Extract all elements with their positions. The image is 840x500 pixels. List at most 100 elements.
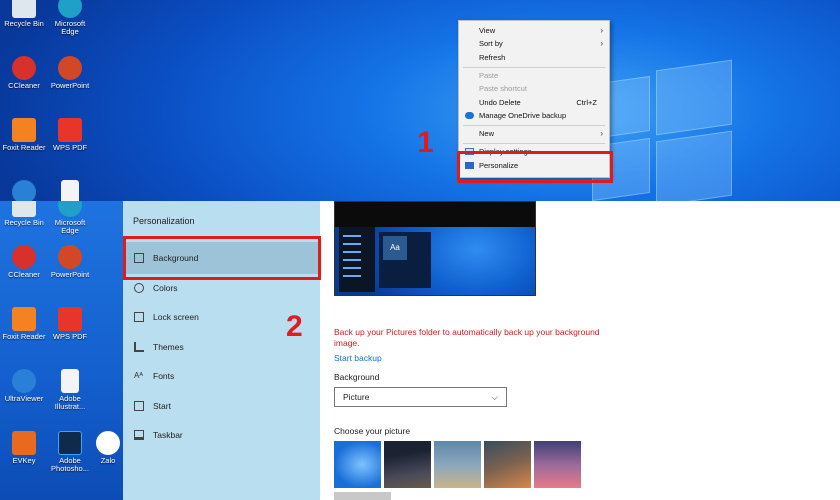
desktop-icon-adobe-illustrator[interactable]: Adobe Illustrat...: [46, 369, 94, 411]
palette-icon: [134, 283, 144, 293]
desktop-icon-foxit[interactable]: Foxit Reader: [0, 118, 48, 152]
start-icon: [134, 401, 144, 411]
menu-item-label: Refresh: [479, 53, 506, 62]
desktop-icon-label: Foxit Reader: [2, 143, 46, 152]
desktop-icon-label: WPS PDF: [52, 143, 88, 152]
sidebar-title: Personalization: [133, 216, 195, 226]
step-number-1: 1: [417, 126, 434, 159]
preview-tiles: Aa: [379, 232, 431, 288]
menu-item-undo-delete[interactable]: Undo Delete Ctrl+Z: [459, 96, 609, 109]
menu-item-shortcut: Ctrl+Z: [576, 98, 597, 107]
desktop-icon-edge[interactable]: Microsoft Edge: [46, 0, 94, 36]
desktop-icon-recycle-bin[interactable]: Recycle Bin: [0, 201, 48, 227]
menu-item-manage-onedrive-backup[interactable]: Manage OneDrive backup: [459, 109, 609, 122]
desktop-icon-ultraviewer[interactable]: [0, 180, 48, 201]
recycle-bin-icon: [12, 0, 36, 18]
personalization-screenshot: Recycle Bin Microsoft Edge CCleaner Powe…: [0, 201, 840, 500]
start-backup-link[interactable]: Start backup: [334, 353, 382, 363]
menu-item-paste[interactable]: Paste: [459, 69, 609, 82]
desktop-icon-foxit[interactable]: Foxit Reader: [0, 307, 48, 341]
powerpoint-icon: [58, 56, 82, 80]
menu-separator: [463, 143, 605, 144]
adobe-file-icon: [61, 180, 79, 201]
picture-thumbnail-windows[interactable]: [334, 441, 381, 488]
desktop-icon-label: Recycle Bin: [4, 19, 44, 28]
wps-pdf-icon: [58, 307, 82, 331]
desktop-icon-label: CCleaner: [8, 270, 40, 279]
edge-icon: [58, 201, 82, 217]
background-type-select[interactable]: Picture ⌵: [334, 387, 507, 407]
foxit-icon: [12, 307, 36, 331]
picture-thumbnail-night-sky[interactable]: [384, 441, 431, 488]
desktop-icon-label: PowerPoint: [50, 81, 90, 90]
menu-separator: [463, 125, 605, 126]
desktop-icon-ultraviewer[interactable]: UltraViewer: [0, 369, 48, 403]
sidebar-item-label: Taskbar: [153, 430, 183, 440]
recycle-bin-icon: [12, 201, 36, 217]
menu-item-label: Sort by: [479, 39, 503, 48]
ultraviewer-icon: [12, 369, 36, 393]
desktop-icon-wps-pdf[interactable]: WPS PDF: [46, 307, 94, 341]
picture-thumbnail-sunset-beach[interactable]: [534, 441, 581, 488]
evkey-icon: [12, 431, 36, 455]
sidebar-item-label: Lock screen: [153, 312, 199, 322]
menu-separator: [463, 67, 605, 68]
menu-item-new[interactable]: New ›: [459, 127, 609, 140]
adobe-file-icon: [61, 369, 79, 393]
photoshop-icon: [58, 431, 82, 455]
menu-item-refresh[interactable]: Refresh: [459, 51, 609, 64]
sidebar-item-label: Themes: [153, 342, 184, 352]
onedrive-icon: [465, 112, 474, 119]
desktop-icon-label: UltraViewer: [4, 394, 44, 403]
edge-icon: [58, 0, 82, 18]
menu-item-view[interactable]: View ›: [459, 24, 609, 37]
desktop-icon-ccleaner[interactable]: CCleaner: [0, 56, 48, 90]
desktop-icon-ccleaner[interactable]: CCleaner: [0, 245, 48, 279]
backup-warning: Back up your Pictures folder to automati…: [334, 327, 600, 348]
sidebar-item-label: Colors: [153, 283, 178, 293]
desktop-icon-label: EVKey: [12, 456, 36, 465]
desktop-icon-adobe-file[interactable]: [46, 180, 94, 201]
desktop-icon-label: Microsoft Edge: [54, 218, 86, 235]
desktop-icon-photoshop[interactable]: Adobe Photosho...: [46, 431, 94, 473]
preview-sample-text: Aa: [383, 236, 407, 260]
menu-item-label: Paste shortcut: [479, 84, 527, 93]
preview-start-menu: [339, 227, 375, 292]
chevron-right-icon: ›: [600, 39, 603, 48]
sidebar-item-taskbar[interactable]: Taskbar: [123, 419, 320, 451]
highlight-background: [123, 236, 321, 280]
scroll-hint-bar: [334, 492, 391, 500]
sidebar-item-fonts[interactable]: Aᴬ Fonts: [123, 360, 320, 392]
foxit-icon: [12, 118, 36, 142]
ccleaner-icon: [12, 245, 36, 269]
wps-pdf-icon: [58, 118, 82, 142]
desktop-icon-label: Adobe Photosho...: [51, 456, 89, 473]
menu-item-label: Undo Delete: [479, 98, 521, 107]
chevron-right-icon: ›: [600, 129, 603, 138]
desktop-icon-zalo[interactable]: Zalo: [92, 431, 124, 465]
desktop-icon-evkey[interactable]: EVKey: [0, 431, 48, 465]
desktop-icon-recycle-bin[interactable]: Recycle Bin: [0, 0, 48, 28]
desktop-icon-label: Foxit Reader: [2, 332, 46, 341]
taskbar-icon: [134, 430, 144, 440]
desktop-icon-powerpoint[interactable]: PowerPoint: [46, 56, 94, 90]
picture-thumbnail-waterfall-coast[interactable]: [484, 441, 531, 488]
theme-preview: Aa: [334, 201, 536, 296]
desktop-icon-wps-pdf[interactable]: WPS PDF: [46, 118, 94, 152]
menu-item-sort-by[interactable]: Sort by ›: [459, 37, 609, 50]
windows-logo-wallpaper: [592, 50, 732, 201]
menu-item-paste-shortcut[interactable]: Paste shortcut: [459, 82, 609, 95]
chevron-down-icon: ⌵: [491, 392, 498, 402]
desktop-icon-edge[interactable]: Microsoft Edge: [46, 201, 94, 235]
zalo-icon: [96, 431, 120, 455]
preview-top-strip: [335, 202, 535, 227]
picture-thumbnail-beach-rocks[interactable]: [434, 441, 481, 488]
desktop-bottom-strip: Recycle Bin Microsoft Edge CCleaner Powe…: [0, 201, 123, 500]
menu-item-label: View: [479, 26, 496, 35]
desktop-icon-powerpoint[interactable]: PowerPoint: [46, 245, 94, 279]
choose-picture-label: Choose your picture: [334, 426, 411, 436]
sidebar-item-start[interactable]: Start: [123, 390, 320, 422]
font-icon: Aᴬ: [134, 371, 143, 380]
desktop-icon-label: Recycle Bin: [4, 218, 44, 227]
background-settings-panel: Aa Back up your Pictures folder to autom…: [320, 201, 740, 500]
